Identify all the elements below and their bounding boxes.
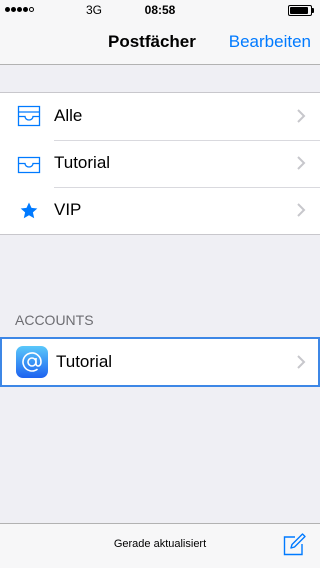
bottom-toolbar: Gerade aktualisiert: [0, 523, 320, 568]
update-status: Gerade aktualisiert: [113, 538, 207, 550]
account-label: Tutorial: [56, 352, 113, 371]
mailbox-item-alle[interactable]: Alle: [0, 93, 320, 140]
chevron-right-icon: [297, 355, 306, 369]
clock: 08:58: [144, 3, 176, 17]
mailbox-item-vip[interactable]: VIP: [0, 187, 320, 234]
star-icon: [20, 202, 38, 219]
mailboxes-screen: 3G 08:58 Postfächer Bearbeiten Alle Tuto…: [0, 0, 320, 568]
edit-button[interactable]: Bearbeiten: [229, 32, 311, 52]
navigation-bar: Postfächer Bearbeiten: [0, 20, 320, 65]
mailbox-label: Alle: [54, 106, 83, 125]
inbox-tray-icon: [17, 105, 41, 127]
account-list: Tutorial: [0, 337, 320, 387]
compose-icon[interactable]: [282, 533, 306, 557]
page-title: Postfächer: [108, 32, 196, 51]
chevron-right-icon: [297, 203, 306, 217]
chevron-right-icon: [297, 156, 306, 170]
inbox-tray-icon: [17, 156, 41, 174]
chevron-right-icon: [297, 109, 306, 123]
mailbox-item-tutorial[interactable]: Tutorial: [0, 140, 320, 187]
section-header-accounts: ACCOUNTS: [15, 312, 94, 328]
mailbox-label: VIP: [54, 200, 82, 219]
status-bar: 3G 08:58: [0, 0, 320, 20]
account-item-tutorial[interactable]: Tutorial: [2, 339, 318, 385]
battery-level: [290, 7, 308, 14]
mailbox-list: Alle Tutorial VIP: [0, 92, 320, 235]
battery-icon: [288, 5, 314, 16]
at-sign-icon: [16, 346, 48, 378]
mailbox-label: Tutorial: [54, 153, 111, 172]
